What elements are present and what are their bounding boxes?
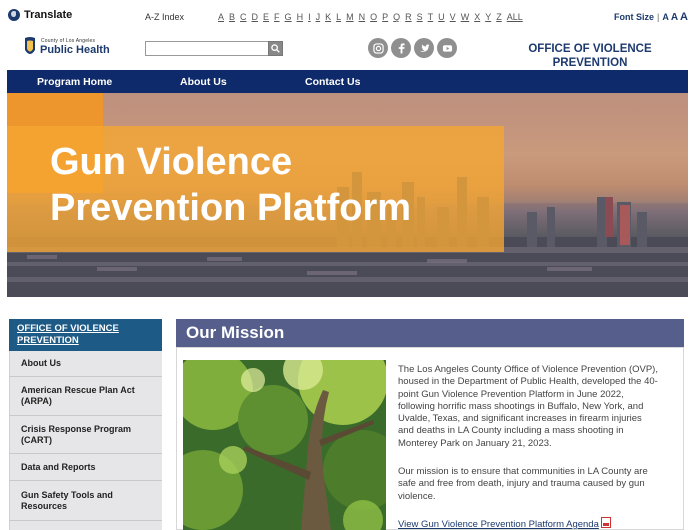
tree-photo	[183, 360, 386, 530]
az-letter-r[interactable]: R	[405, 12, 412, 22]
az-letter-n[interactable]: N	[359, 12, 366, 22]
az-letter-w[interactable]: W	[461, 12, 470, 22]
logo-name: Public Health	[40, 44, 110, 56]
sidebar-item-arpa[interactable]: American Rescue Plan Act (ARPA)	[9, 377, 162, 416]
az-letter-k[interactable]: K	[325, 12, 331, 22]
sidebar: OFFICE OF VIOLENCE PREVENTION About Us A…	[9, 319, 162, 530]
search-input[interactable]	[145, 41, 269, 56]
translate-button[interactable]: Translate	[8, 9, 72, 21]
font-size-large-button[interactable]: A	[680, 11, 688, 23]
mission-paragraph-1: The Los Angeles County Office of Violenc…	[398, 364, 658, 449]
mission-paragraph-2: Our mission is to ensure that communitie…	[398, 466, 648, 502]
sidebar-item-cart[interactable]: Crisis Response Program (CART)	[9, 416, 162, 454]
office-title: OFFICE OF VIOLENCE PREVENTION	[528, 43, 652, 69]
font-size-small-button[interactable]: A	[662, 12, 669, 22]
font-size-control: Font Size | A A A	[614, 11, 688, 23]
twitter-icon[interactable]	[414, 38, 434, 58]
utility-bar: Translate A-Z Index ABCDEFGHIJKLMNOPQRST…	[0, 0, 700, 32]
az-letter-m[interactable]: M	[346, 12, 354, 22]
az-letter-x[interactable]: X	[474, 12, 480, 22]
mission-content: The Los Angeles County Office of Violenc…	[176, 347, 684, 530]
sidebar-item-about-us[interactable]: About Us	[9, 351, 162, 377]
hero-title-line1: Gun Violence	[50, 141, 293, 183]
az-letter-u[interactable]: U	[438, 12, 445, 22]
search-icon	[271, 44, 280, 53]
public-health-logo[interactable]: County of Los Angeles Public Health	[23, 35, 110, 63]
county-seal-icon	[25, 37, 35, 54]
az-letter-a[interactable]: A	[218, 12, 224, 22]
az-letter-q[interactable]: Q	[393, 12, 400, 22]
agenda-link-text: View Gun Violence Prevention Platform Ag…	[398, 519, 599, 530]
nav-item-about-us[interactable]: About Us	[180, 76, 227, 88]
az-letter-t[interactable]: T	[428, 12, 434, 22]
az-letter-i[interactable]: I	[308, 12, 311, 22]
translate-label: Translate	[24, 9, 73, 21]
font-size-separator: |	[656, 12, 660, 22]
az-letter-all[interactable]: ALL	[507, 12, 523, 22]
youtube-icon[interactable]	[437, 38, 457, 58]
az-letter-f[interactable]: F	[274, 12, 280, 22]
az-letter-b[interactable]: B	[229, 12, 235, 22]
az-letter-d[interactable]: D	[252, 12, 259, 22]
main-nav: Program Home About Us Contact Us	[7, 70, 688, 93]
az-letter-p[interactable]: P	[382, 12, 388, 22]
az-letter-c[interactable]: C	[240, 12, 247, 22]
sidebar-heading-link[interactable]: OFFICE OF VIOLENCE PREVENTION	[9, 319, 162, 351]
az-letter-links: A B C D E F G H I J K L M N O P Q R S T U V W X Y Z ALL	[218, 12, 528, 22]
sidebar-item-next[interactable]	[9, 521, 162, 530]
az-letter-z[interactable]: Z	[496, 12, 502, 22]
az-index-label: A-Z Index	[145, 12, 185, 22]
az-letter-l[interactable]: L	[336, 12, 341, 22]
pdf-icon	[600, 517, 611, 528]
globe-icon	[8, 9, 20, 21]
az-letter-v[interactable]: V	[450, 12, 456, 22]
az-letter-y[interactable]: Y	[485, 12, 491, 22]
mission-heading: Our Mission	[176, 319, 684, 347]
sidebar-item-gun-safety[interactable]: Gun Safety Tools and Resources	[9, 481, 162, 521]
nav-item-program-home[interactable]: Program Home	[37, 76, 112, 88]
az-letter-e[interactable]: E	[263, 12, 269, 22]
hero-title-line2: Prevention Platform	[50, 187, 412, 229]
instagram-icon[interactable]	[368, 38, 388, 58]
font-size-label: Font Size	[613, 12, 654, 22]
search-button[interactable]	[268, 41, 283, 56]
agenda-link[interactable]: View Gun Violence Prevention Platform Ag…	[398, 517, 611, 530]
facebook-icon[interactable]	[391, 38, 411, 58]
nav-item-contact-us[interactable]: Contact Us	[305, 76, 360, 88]
az-letter-h[interactable]: H	[297, 12, 304, 22]
az-letter-g[interactable]: G	[285, 12, 292, 22]
hero-banner: Gun Violence Prevention Platform	[7, 93, 688, 297]
az-letter-o[interactable]: O	[370, 12, 377, 22]
font-size-medium-button[interactable]: A	[671, 12, 678, 23]
hero-title: Gun Violence Prevention Platform	[50, 139, 411, 231]
sidebar-item-data-reports[interactable]: Data and Reports	[9, 454, 162, 481]
az-letter-j[interactable]: J	[316, 12, 321, 22]
site-header: County of Los Angeles Public Health OFFI…	[7, 33, 688, 69]
az-letter-s[interactable]: S	[417, 12, 423, 22]
